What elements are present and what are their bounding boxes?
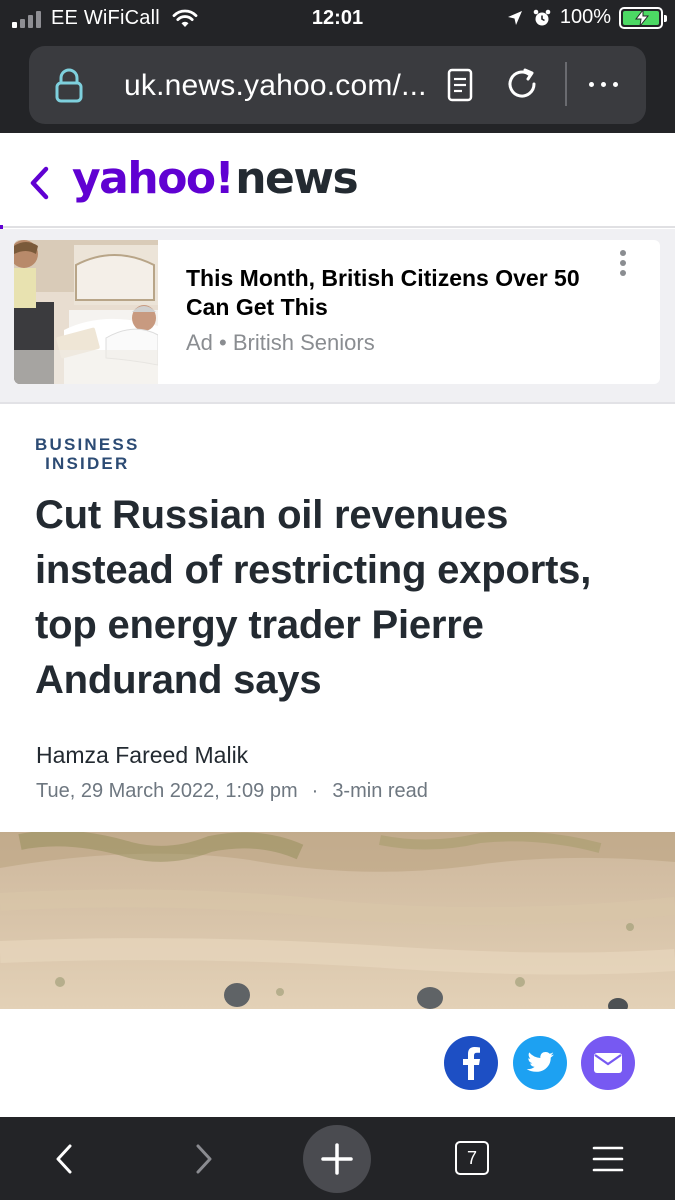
ad-meta: Ad • British Seniors (186, 330, 375, 355)
ad-zone: This Month, British Citizens Over 50 Can… (0, 229, 675, 404)
more-options-icon[interactable] (589, 82, 618, 87)
twitter-share-button[interactable] (513, 1036, 567, 1090)
browser-bottom-toolbar: 7 (0, 1117, 675, 1200)
logo-news: news (235, 153, 359, 204)
twitter-icon (526, 1052, 554, 1072)
address-bar[interactable]: uk.news.yahoo.com/... (29, 46, 646, 124)
facebook-share-button[interactable] (444, 1036, 498, 1090)
reload-icon[interactable] (503, 65, 541, 103)
url-text[interactable]: uk.news.yahoo.com/... (124, 69, 427, 103)
yahoo-news-logo[interactable]: yahoo!news (72, 153, 359, 204)
ad-card[interactable]: This Month, British Citizens Over 50 Can… (14, 240, 660, 384)
article-author[interactable]: Hamza Fareed Malik (36, 742, 248, 769)
chevron-left-icon[interactable] (27, 165, 51, 201)
new-tab-button[interactable] (303, 1125, 371, 1193)
plus-icon (321, 1143, 353, 1175)
battery-charging-icon (619, 6, 667, 29)
mail-share-button[interactable] (581, 1036, 635, 1090)
mail-icon (594, 1053, 622, 1073)
status-right: 100% (506, 6, 667, 29)
battery-percent: 100% (559, 6, 611, 28)
ad-label: Ad (186, 330, 213, 355)
article-read-time: 3-min read (332, 780, 428, 802)
address-bar-divider (565, 62, 567, 106)
publisher-logo[interactable]: BUSINESS INSIDER (35, 435, 140, 473)
forward-arrow-icon[interactable] (190, 1143, 216, 1175)
ad-image[interactable] (14, 240, 158, 384)
article-dateline: Tue, 29 March 2022, 1:09 pm · 3-min read (36, 780, 428, 802)
article-date: Tue, 29 March 2022, 1:09 pm (36, 780, 298, 802)
back-arrow-icon[interactable] (52, 1143, 78, 1175)
article-hero-image[interactable] (0, 832, 675, 1009)
logo-yahoo: yahoo! (72, 153, 235, 204)
browser-top-chrome: EE WiFiCall 12:01 100% uk.news.yahoo.com… (0, 0, 675, 133)
lock-icon (55, 68, 83, 103)
alarm-clock-icon (533, 9, 551, 25)
publisher-line2: INSIDER (45, 454, 130, 473)
share-row (0, 1009, 675, 1117)
site-header: yahoo!news (0, 133, 675, 228)
location-arrow-icon (507, 10, 522, 25)
facebook-icon (463, 1047, 480, 1080)
ad-title[interactable]: This Month, British Citizens Over 50 Can… (186, 264, 626, 322)
article-headline: Cut Russian oil revenues instead of rest… (35, 493, 592, 702)
tab-switcher-button[interactable]: 7 (455, 1141, 489, 1175)
ad-sponsor: British Seniors (232, 330, 375, 355)
status-bar: EE WiFiCall 12:01 100% (0, 0, 675, 38)
hamburger-menu-icon[interactable] (592, 1145, 624, 1173)
ad-options-icon[interactable] (620, 250, 626, 276)
publisher-line1: BUSINESS (35, 435, 140, 454)
reader-view-icon[interactable] (447, 68, 473, 102)
